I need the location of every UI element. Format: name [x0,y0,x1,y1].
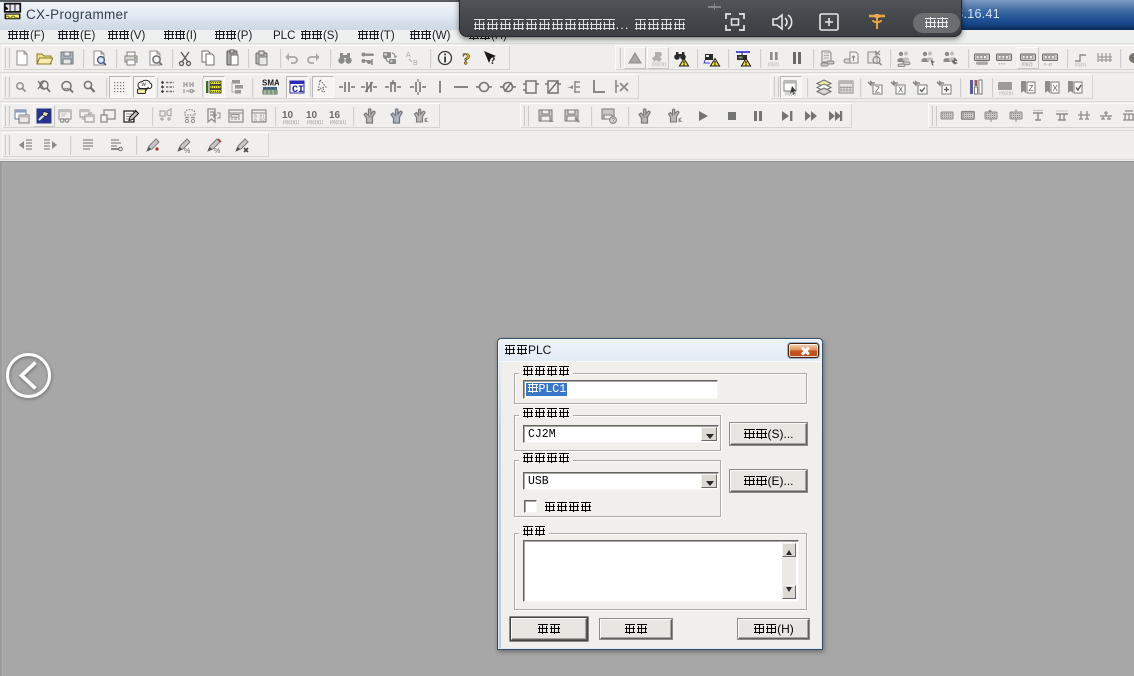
svg-text:A: A [406,52,411,59]
svg-text:(0)(2): (0)(2) [1022,62,1034,67]
svg-text:(0)(2): (0)(2) [1075,62,1087,67]
svg-text:?: ? [462,50,471,68]
svg-text:SMA: SMA [262,79,279,88]
svg-text:(0)(2): (0)(2) [785,91,797,96]
svg-text:%: % [184,148,190,154]
svg-text:Z: Z [1029,84,1034,93]
svg-text:0.02: 0.02 [254,118,265,124]
svg-text:(0)(2): (0)(2) [768,62,780,67]
svg-text:(0)(2)(1): (0)(2)(1) [330,120,346,125]
svg-text:CI: CI [292,85,304,96]
svg-text:Z: Z [875,86,880,95]
svg-text:(0)(2)(1): (0)(2)(1) [283,120,299,125]
svg-text:(0)(2)(1): (0)(2)(1) [999,91,1014,96]
svg-text:(0)(2)(1): (0)(2)(1) [652,62,667,67]
svg-text:c--p: c--p [1044,62,1052,67]
svg-text:X: X [898,86,904,95]
svg-text:?: ? [490,55,496,67]
svg-text:X: X [1053,84,1059,93]
svg-text:w: w [141,82,147,88]
svg-text:(0)(2)(1): (0)(2)(1) [307,120,323,125]
svg-text:%: % [214,148,220,154]
svg-text:B: B [413,60,418,67]
svg-text:+++: +++ [998,62,1006,67]
